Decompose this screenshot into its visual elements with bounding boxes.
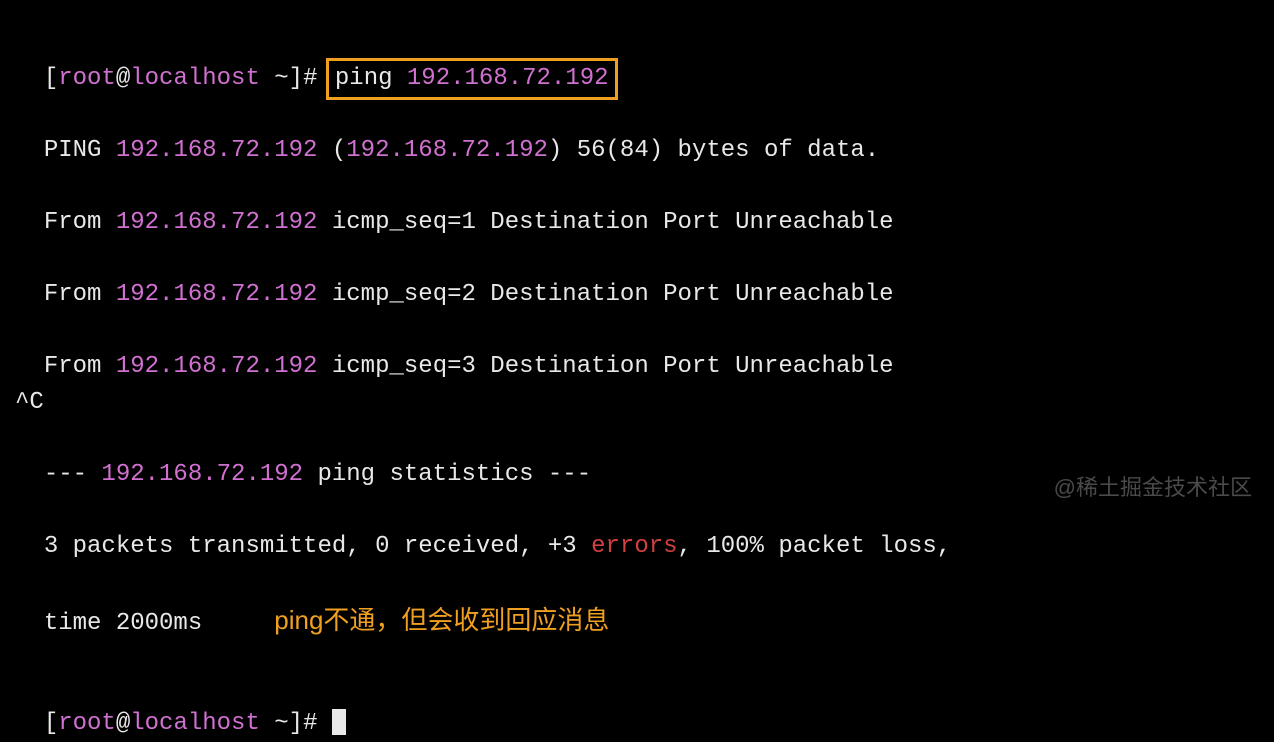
reply-line: From 192.168.72.192 icmp_seq=3 Destinati…	[15, 313, 1259, 385]
user: root	[58, 65, 116, 92]
bracket-close: ]#	[289, 710, 332, 737]
path: ~	[260, 65, 289, 92]
command-name: ping	[335, 65, 407, 92]
annotation-text: ping不通，但会收到回应消息	[274, 605, 609, 635]
reply-line: From 192.168.72.192 icmp_seq=1 Destinati…	[15, 169, 1259, 241]
prompt-line-2[interactable]: [root@localhost ~]#	[15, 670, 1259, 742]
prompt-line-1: [root@localhost ~]# ping 192.168.72.192	[15, 25, 1259, 97]
host: localhost	[130, 65, 260, 92]
host: localhost	[130, 710, 260, 737]
interrupt: ^C	[15, 385, 1259, 421]
bracket: [	[44, 65, 58, 92]
command-arg: 192.168.72.192	[407, 65, 609, 92]
watermark: @稀土掘金技术社区	[1054, 471, 1252, 504]
user: root	[58, 710, 116, 737]
ping-header: PING 192.168.72.192 (192.168.72.192) 56(…	[15, 97, 1259, 169]
cursor-icon	[332, 709, 346, 735]
path: ~	[260, 710, 289, 737]
at: @	[116, 710, 130, 737]
time-line: time 2000ms ping不通，但会收到回应消息	[15, 565, 1259, 642]
command-highlight: ping 192.168.72.192	[326, 58, 618, 100]
at: @	[116, 65, 130, 92]
reply-line: From 192.168.72.192 icmp_seq=2 Destinati…	[15, 241, 1259, 313]
bracket: [	[44, 710, 58, 737]
